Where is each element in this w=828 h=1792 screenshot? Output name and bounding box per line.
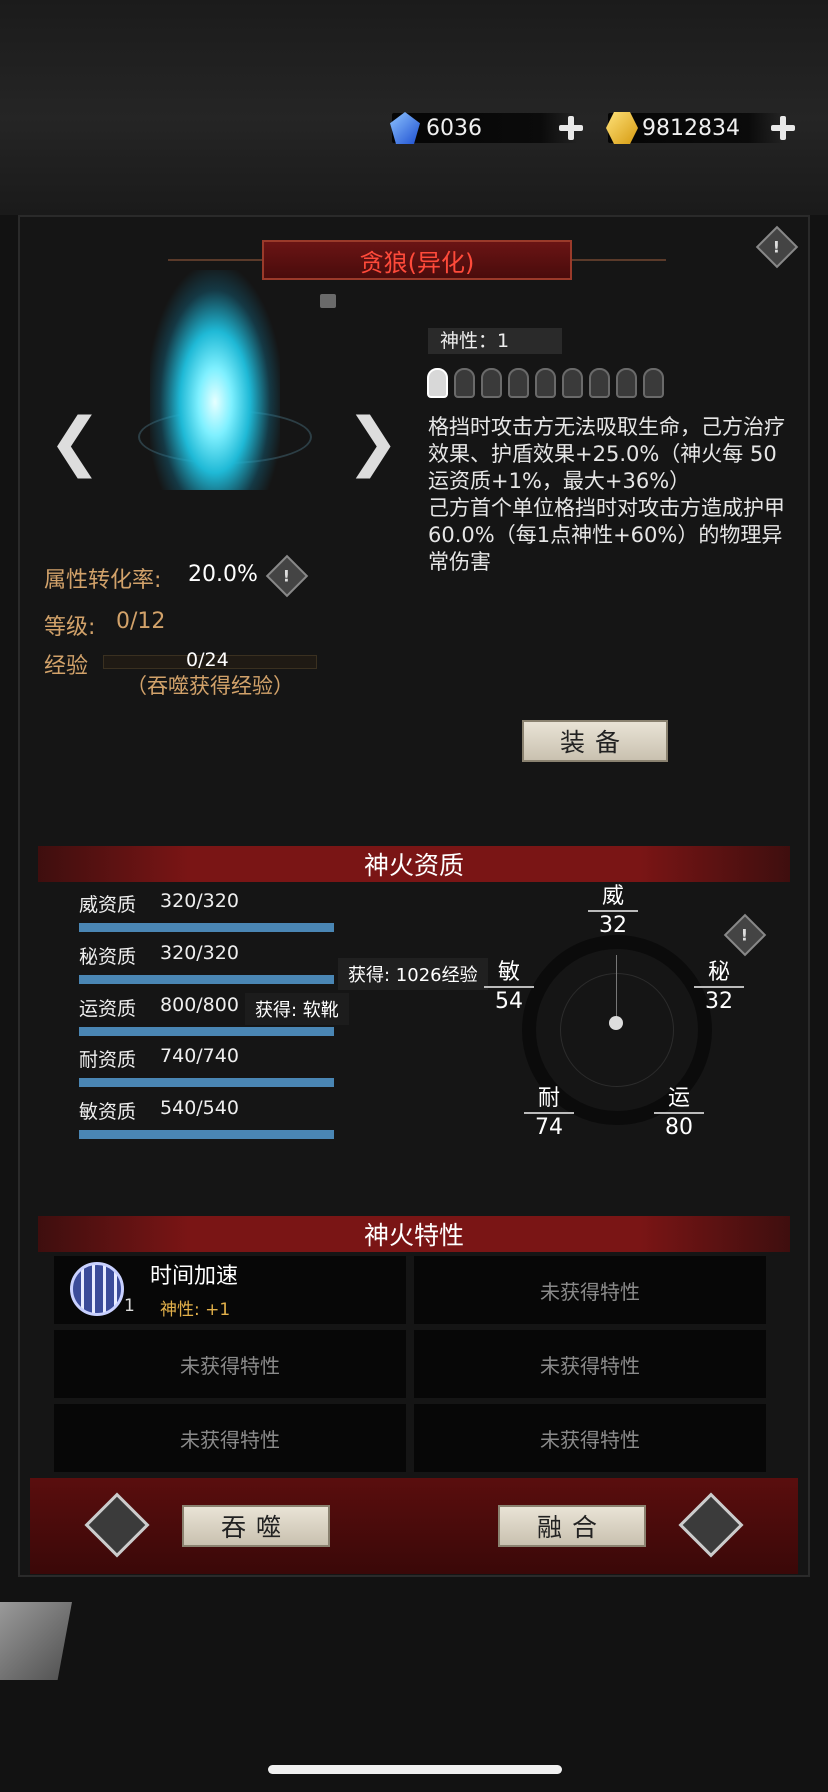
stat-bar (79, 923, 334, 932)
trait-slot-4[interactable]: 未获得特性 (414, 1330, 766, 1398)
level-value: 0/12 (116, 609, 166, 634)
back-arrow-icon[interactable] (0, 1602, 72, 1680)
title-line-right (572, 259, 666, 261)
flame-title: 贪狼(异化) (262, 240, 572, 280)
next-arrow-icon[interactable]: ❯ (346, 405, 400, 479)
stat-name: 敏资质 (79, 1101, 137, 1123)
traits-header: 神火特性 (38, 1216, 790, 1252)
radar-min: 敏 54 (484, 960, 534, 1015)
stat-value: 320/320 (160, 890, 239, 912)
gem-amount: 6036 (392, 113, 578, 143)
stat-bar (79, 1027, 334, 1036)
top-background (0, 0, 828, 215)
divinity-token (589, 368, 610, 398)
trait-slot-3[interactable]: 未获得特性 (54, 1330, 406, 1398)
stat-row: 敏资质 540/540 (79, 1097, 339, 1139)
gold-currency: 9812834 (604, 110, 796, 146)
stat-name: 运资质 (79, 998, 137, 1020)
trait-bonus: 神性: +1 (160, 1300, 231, 1320)
radar-nai: 耐 74 (524, 1086, 574, 1141)
gem-currency: 6036 (388, 110, 584, 146)
stat-value: 320/320 (160, 942, 239, 964)
trait-name: 时间加速 (150, 1264, 239, 1289)
item-gain-tooltip: 获得: 软靴 (245, 993, 349, 1025)
attr-rate-value: 20.0% (188, 562, 258, 587)
exp-gain-tooltip: 获得: 1026经验 (338, 958, 488, 990)
trait-slot-5[interactable]: 未获得特性 (54, 1404, 406, 1472)
radar-inner-ring (560, 973, 674, 1087)
trait-slot-2[interactable]: 未获得特性 (414, 1256, 766, 1324)
fuse-button[interactable]: 融合 (498, 1505, 646, 1547)
trait-count: 1 (124, 1296, 135, 1316)
flame-description: 格挡时攻击方无法吸取生命，己方治疗效果、护盾效果+25.0%（神火每 50 运资… (428, 415, 785, 574)
exp-hint: （吞噬获得经验） (126, 674, 294, 698)
add-gems-button[interactable] (558, 115, 584, 141)
quality-header: 神火资质 (38, 846, 790, 882)
radar-mi: 秘 32 (694, 960, 744, 1015)
radar-axis (616, 955, 617, 1025)
stat-bar (79, 1078, 334, 1087)
divinity-token (454, 368, 475, 398)
stat-name: 威资质 (79, 894, 137, 916)
stat-value: 540/540 (160, 1097, 239, 1119)
divinity-token (562, 368, 583, 398)
title-line-left (168, 259, 262, 261)
stat-name: 耐资质 (79, 1049, 137, 1071)
divinity-token (481, 368, 502, 398)
lock-icon[interactable] (320, 294, 336, 308)
divinity-token (643, 368, 664, 398)
stat-bar (79, 1130, 334, 1139)
radar-wei: 威 32 (588, 884, 638, 939)
divinity-token (535, 368, 556, 398)
devour-button[interactable]: 吞噬 (182, 1505, 330, 1547)
home-indicator[interactable] (268, 1765, 562, 1774)
divinity-token (508, 368, 529, 398)
add-gold-button[interactable] (770, 115, 796, 141)
radar-yun: 运 80 (654, 1086, 704, 1141)
divinity-tokens (427, 368, 664, 398)
exp-label: 经验 (44, 654, 89, 679)
equip-button[interactable]: 装备 (522, 720, 668, 762)
divinity-label: 神性：1 (428, 328, 562, 354)
divine-flame-image (150, 270, 280, 490)
stat-row: 威资质 320/320 (79, 890, 339, 932)
trait-slot-6[interactable]: 未获得特性 (414, 1404, 766, 1472)
stat-name: 秘资质 (79, 946, 137, 968)
stat-row: 耐资质 740/740 (79, 1045, 339, 1087)
stat-bar (79, 975, 334, 984)
prev-arrow-icon[interactable]: ❮ (48, 405, 102, 479)
level-label: 等级: (44, 615, 96, 640)
divinity-token (616, 368, 637, 398)
exp-value: 0/24 (186, 649, 229, 671)
radar-center (609, 1016, 623, 1030)
time-accelerate-icon (70, 1262, 124, 1316)
divinity-token (427, 368, 448, 398)
stat-row: 秘资质 320/320 (79, 942, 339, 984)
stat-value: 800/800 (160, 994, 239, 1016)
stat-value: 740/740 (160, 1045, 239, 1067)
attr-rate-label: 属性转化率: (44, 568, 162, 593)
